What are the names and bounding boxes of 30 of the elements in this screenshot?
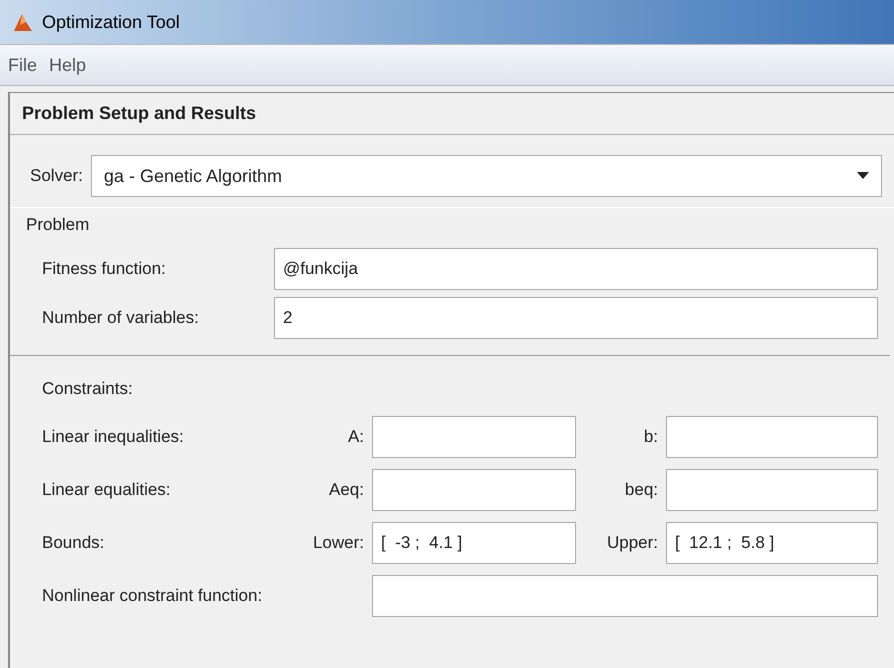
section-title: Constraints:	[42, 379, 133, 398]
input-field[interactable]	[372, 575, 878, 617]
menu-item[interactable]: Help	[49, 52, 86, 78]
field-label: Nonlinear constraint function:	[42, 585, 264, 608]
section-title: Problem	[26, 215, 90, 234]
input-field[interactable]: @funkcija	[274, 248, 878, 290]
input-field[interactable]	[372, 416, 576, 458]
menu-item[interactable]: File	[8, 52, 38, 78]
field-label: Linear inequalities:	[42, 426, 185, 448]
panel-title: Problem Setup and Results	[22, 102, 256, 125]
field-label: beq:	[624, 479, 659, 502]
field-label: Bounds:	[42, 532, 106, 554]
input-field[interactable]	[666, 469, 878, 511]
solver-dropdown[interactable]: ga - Genetic Algorithm	[90, 155, 882, 197]
field-label: Upper:	[606, 532, 659, 554]
field-label: Solver:	[30, 165, 83, 188]
field-label: Number of variables:	[42, 307, 200, 330]
field-label: A:	[346, 426, 365, 448]
input-field[interactable]: 2	[274, 297, 878, 339]
field-label: Fitness function:	[42, 258, 167, 280]
input-field[interactable]: [ -3 ; 4.1 ]	[372, 522, 576, 564]
dropdown-arrow-icon	[857, 172, 869, 180]
window-title: Optimization Tool	[42, 10, 180, 34]
field-label: Linear equalities:	[42, 479, 172, 502]
field-label: Lower:	[312, 532, 365, 554]
field-label: b:	[642, 426, 659, 448]
input-field[interactable]	[666, 416, 878, 458]
input-field[interactable]	[372, 469, 576, 511]
input-field[interactable]: [ 12.1 ; 5.8 ]	[666, 522, 878, 564]
field-label: Aeq:	[328, 479, 365, 502]
